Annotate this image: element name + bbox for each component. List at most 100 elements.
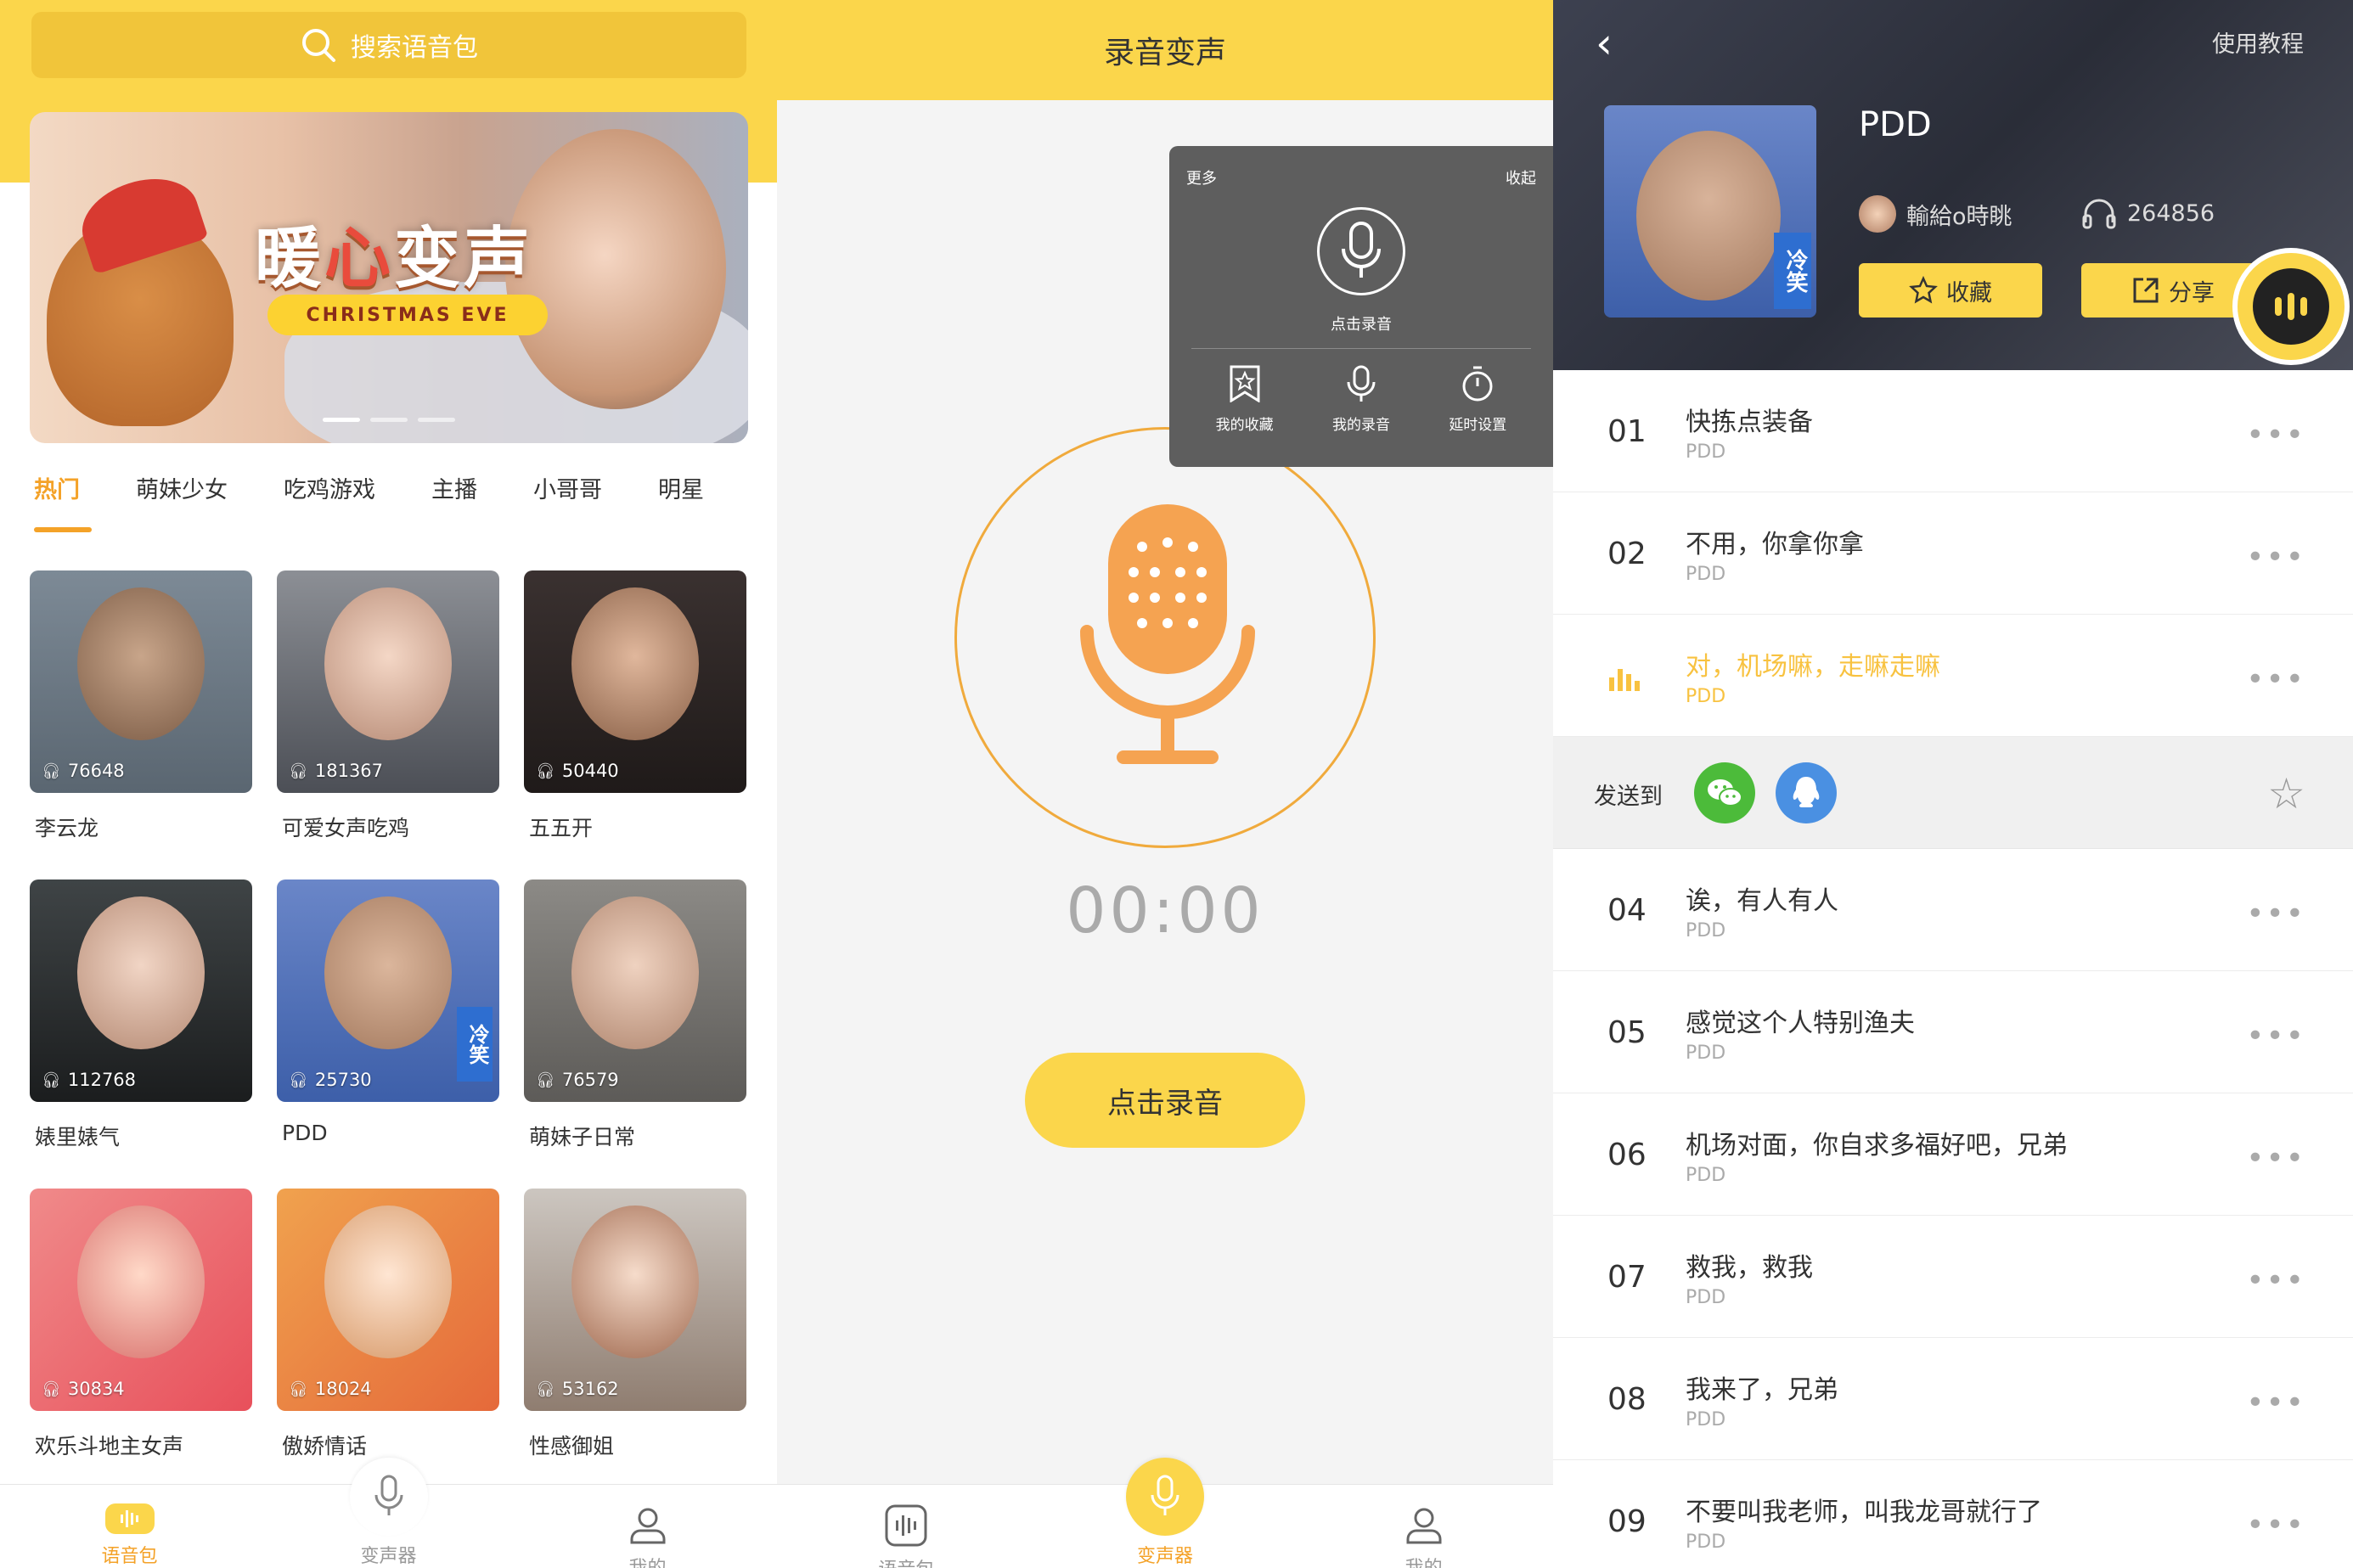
tab-mine[interactable]: 我的 [518, 1485, 777, 1568]
voice-pack-card[interactable]: 🎧︎ 50440 五五开 [524, 570, 746, 842]
banner-girl-art [505, 129, 726, 409]
tab-voice-changer[interactable]: 变声器 [1036, 1458, 1295, 1568]
banner-subtitle-pill: CHRISTMAS EVE [267, 295, 548, 335]
category-tab[interactable]: 主播 [431, 471, 477, 504]
menu-collapse-button[interactable]: 收起 [1506, 166, 1536, 188]
play-count: 🎧︎ 18024 [289, 1379, 372, 1399]
voice-pack-card[interactable]: 🎧︎ 76648 李云龙 [30, 570, 252, 842]
star-outline-icon[interactable]: ☆ [2267, 769, 2305, 818]
share-icon [2133, 278, 2159, 303]
tab-voice-pack[interactable]: 语音包 [0, 1485, 259, 1568]
headphones-icon: 🎧︎ [42, 1380, 61, 1398]
more-menu: 更多 收起 点击录音 我的收藏 我的录音 延时设置 [1169, 146, 1553, 467]
track-row[interactable]: 04 诶，有人有人 PDD ••• [1553, 849, 2353, 971]
menu-item-recordings[interactable]: 我的录音 [1332, 365, 1390, 434]
favorite-button[interactable]: 收藏 [1859, 263, 2042, 318]
track-title: 不要叫我老师，叫我龙哥就行了 [1686, 1498, 2042, 1527]
category-tab[interactable]: 小哥哥 [533, 471, 602, 504]
search-bar[interactable]: 搜索语音包 [31, 12, 746, 78]
voice-pack-card[interactable]: 冷笑 🎧︎ 25730 PDD [277, 880, 499, 1145]
tab-mine[interactable]: 我的 [1294, 1485, 1553, 1568]
track-row[interactable]: 01 快拣点装备 PDD ••• [1553, 370, 2353, 492]
bottom-tab-bar: 语音包 变声器 我的 [777, 1458, 1553, 1568]
chat-bubble-icon[interactable] [2232, 248, 2350, 365]
play-count: 🎧︎ 25730 [289, 1070, 372, 1090]
uploader[interactable]: 輸給o時眺 [1859, 195, 2012, 233]
voice-pack-card[interactable]: 🎧︎ 112768 婊里婊气 [30, 880, 252, 1151]
more-icon[interactable]: ••• [2246, 1263, 2305, 1298]
tab-label: 我的 [628, 1553, 666, 1568]
play-count: 264856 [2081, 197, 2215, 229]
menu-record-button[interactable] [1317, 207, 1405, 295]
category-tab[interactable]: 明星 [658, 471, 704, 504]
play-count: 🎧︎ 112768 [42, 1070, 137, 1090]
track-row[interactable]: 08 我来了，兄弟 PDD ••• [1553, 1338, 2353, 1460]
card-thumbnail: 🎧︎ 76579 [524, 880, 746, 1102]
category-tab-hot[interactable]: 热门 [34, 471, 92, 532]
banner-title: 暖心变声 [255, 221, 534, 297]
record-ring[interactable] [954, 427, 1376, 848]
menu-more-label: 更多 [1186, 170, 1217, 188]
play-count: 🎧︎ 76648 [42, 761, 125, 781]
carousel-dots [323, 418, 455, 422]
more-icon[interactable]: ••• [2246, 540, 2305, 575]
more-icon[interactable]: ••• [2246, 1019, 2305, 1054]
mic-icon [1126, 1458, 1204, 1536]
track-row[interactable]: 05 感觉这个人特别渔夫 PDD ••• [1553, 971, 2353, 1093]
search-icon [302, 29, 335, 62]
voice-pack-card[interactable]: 🎧︎ 53162 性感御姐 [524, 1189, 746, 1460]
more-icon[interactable]: ••• [2246, 1508, 2305, 1543]
back-arrow-icon[interactable]: ‹ [1596, 19, 1613, 68]
tab-voice-changer[interactable]: 变声器 [259, 1458, 518, 1568]
track-title: 感觉这个人特别渔夫 [1686, 1009, 1915, 1038]
track-artist: PDD [1686, 1531, 1726, 1553]
category-tab[interactable]: 吃鸡游戏 [284, 471, 375, 504]
card-name: 萌妹子日常 [529, 1125, 636, 1149]
qq-icon[interactable] [1776, 762, 1837, 823]
more-icon[interactable]: ••• [2246, 418, 2305, 452]
more-icon[interactable]: ••• [2246, 1141, 2305, 1176]
promo-banner[interactable]: 暖心变声 CHRISTMAS EVE [30, 112, 748, 443]
track-list: 01 快拣点装备 PDD ••• 02 不用，你拿你拿 PDD ••• 对，机场嘛，走嘛走嘛… [1553, 370, 2353, 1568]
wechat-icon[interactable] [1694, 762, 1755, 823]
tab-voice-pack[interactable]: 语音包 [777, 1485, 1036, 1568]
more-icon[interactable]: ••• [2246, 896, 2305, 931]
pack-name: PDD [1859, 105, 1932, 144]
voice-pack-card[interactable]: 🎧︎ 76579 萌妹子日常 [524, 880, 746, 1151]
track-artist: PDD [1686, 441, 1726, 463]
more-icon[interactable]: ••• [2246, 1385, 2305, 1420]
voice-pack-card[interactable]: 🎧︎ 30834 欢乐斗地主女声 [30, 1189, 252, 1460]
bottom-tab-bar: 语音包 变声器 我的 [0, 1458, 777, 1568]
track-row[interactable]: 09 不要叫我老师，叫我龙哥就行了 PDD ••• [1553, 1460, 2353, 1568]
track-artist: PDD [1686, 564, 1726, 585]
track-row[interactable]: 07 救我，救我 PDD ••• [1553, 1216, 2353, 1338]
card-thumbnail: 🎧︎ 181367 [277, 570, 499, 793]
track-row[interactable]: 02 不用，你拿你拿 PDD ••• [1553, 492, 2353, 615]
play-count: 🎧︎ 30834 [42, 1379, 125, 1399]
user-icon [623, 1503, 673, 1546]
track-row[interactable]: 06 机场对面，你自求多福好吧，兄弟 PDD ••• [1553, 1093, 2353, 1216]
headphones-icon: 🎧︎ [289, 1071, 308, 1089]
card-name: 傲娇情话 [282, 1434, 368, 1458]
card-name: 性感御姐 [529, 1434, 615, 1458]
track-artist: PDD [1686, 686, 1726, 707]
category-tab[interactable]: 萌妹少女 [136, 471, 228, 504]
record-button[interactable]: 点击录音 [1025, 1053, 1305, 1148]
headphones-icon: 🎧︎ [289, 1380, 308, 1398]
microphone-icon [1347, 365, 1376, 402]
more-icon[interactable]: ••• [2246, 662, 2305, 697]
headphones-icon: 🎧︎ [536, 1071, 555, 1089]
menu-item-favorites[interactable]: 我的收藏 [1216, 365, 1274, 434]
recorder-screen: 录音变声 更多 收起 点击录音 我的收藏 我的录音 延时设置 00:00 点击录… [777, 0, 1553, 1568]
track-row-playing[interactable]: 对，机场嘛，走嘛走嘛 PDD ••• [1553, 615, 2353, 737]
headphones-icon: 🎧︎ [536, 1380, 555, 1398]
tutorial-link[interactable]: 使用教程 [2212, 25, 2304, 59]
voice-pack-card[interactable]: 🎧︎ 18024 傲娇情话 [277, 1189, 499, 1460]
card-name: 欢乐斗地主女声 [35, 1434, 184, 1458]
voice-pack-card[interactable]: 🎧︎ 181367 可爱女声吃鸡 [277, 570, 499, 842]
track-title: 诶，有人有人 [1686, 886, 1838, 916]
tab-label: 语音包 [101, 1546, 158, 1567]
card-thumbnail: 🎧︎ 50440 [524, 570, 746, 793]
menu-item-delay[interactable]: 延时设置 [1449, 365, 1506, 434]
detail-header: ‹ 使用教程 冷笑 PDD 輸給o時眺 264856 收藏 分享 [1553, 0, 2353, 370]
